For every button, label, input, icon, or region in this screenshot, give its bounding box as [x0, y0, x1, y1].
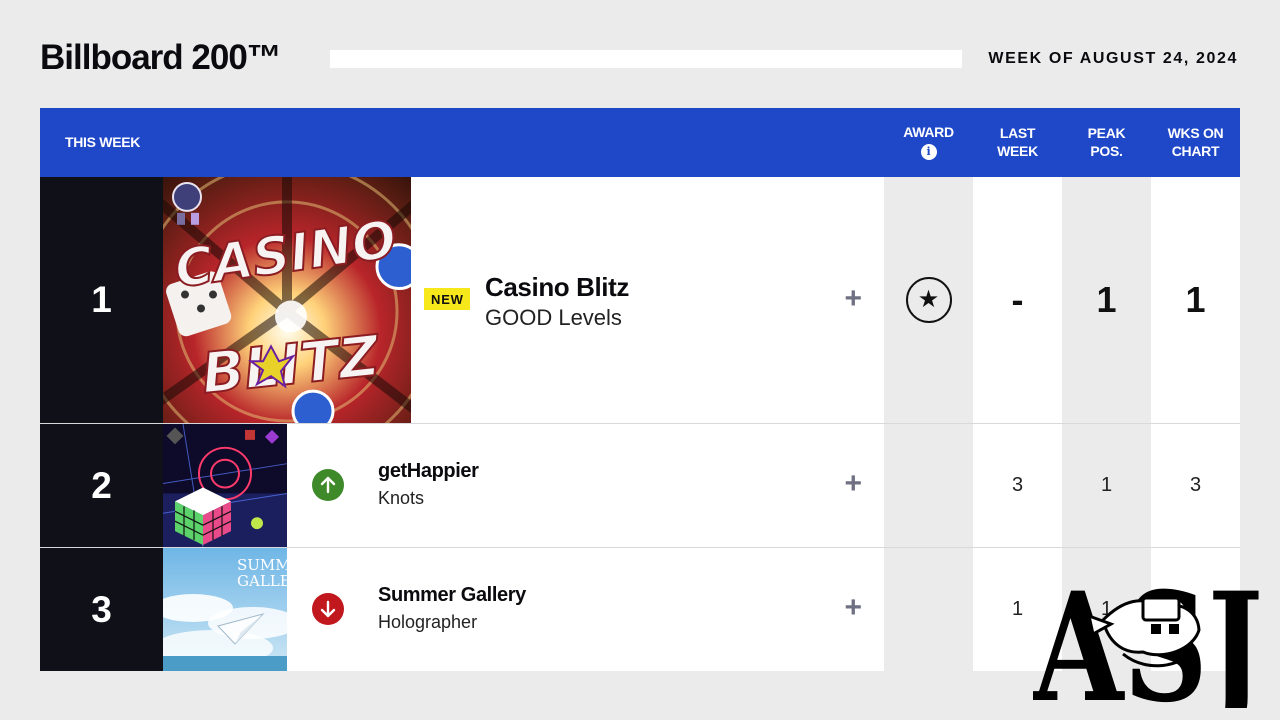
- header-peak-position: PEAK POS.: [1062, 124, 1151, 160]
- award-cell: [884, 548, 973, 671]
- album-art[interactable]: CASINO BLITZ: [163, 177, 411, 423]
- song-title[interactable]: getHappier: [378, 460, 479, 483]
- award-star-icon[interactable]: ★: [905, 277, 952, 323]
- album-art[interactable]: [163, 424, 287, 547]
- album-art-summer-gallery: SUMM GALLE: [163, 548, 287, 671]
- asj-watermark-logo: ASJ: [1033, 560, 1263, 708]
- new-badge: NEW: [424, 288, 470, 310]
- weeks-value: 3: [1189, 474, 1202, 496]
- header-award-label: AWARD: [903, 124, 954, 140]
- peak-position-cell: 1: [1062, 424, 1151, 547]
- chart-row[interactable]: 1 CASINO BLITZ NEW Casino Blitz GOOD Lev…: [40, 177, 1240, 424]
- movement-up-icon: [312, 469, 344, 501]
- last-week-cell: 3: [973, 424, 1062, 547]
- expand-plus-icon[interactable]: +: [844, 284, 862, 314]
- header-peak-line1: PEAK: [1087, 125, 1126, 141]
- rank-number: 2: [40, 424, 163, 547]
- header-last-week-line2: WEEK: [997, 143, 1038, 159]
- title-divider-bar: [330, 50, 962, 68]
- artist-name[interactable]: Holographer: [378, 612, 477, 633]
- header-last-week: LAST WEEK: [973, 124, 1062, 160]
- album-art-gethappier: [163, 424, 287, 547]
- album-art[interactable]: SUMM GALLE: [163, 548, 287, 671]
- info-icon[interactable]: i: [920, 144, 937, 160]
- weeks-value: 1: [1185, 279, 1206, 320]
- weeks-on-chart-cell: 3: [1151, 424, 1240, 547]
- rank-number: 3: [40, 548, 163, 671]
- chart-row[interactable]: 2 getHappier Knots + 3 1 3: [40, 424, 1240, 548]
- header-award: AWARD i: [884, 123, 973, 160]
- header-weeks-on-chart: WKS ON CHART: [1151, 124, 1240, 160]
- award-cell: ★: [884, 177, 973, 423]
- song-info: Summer Gallery Holographer +: [287, 548, 884, 671]
- peak-value: 1: [1096, 279, 1117, 320]
- page-title: Billboard 200™: [40, 38, 282, 77]
- last-week-cell: -: [973, 177, 1062, 423]
- song-title[interactable]: Casino Blitz: [485, 272, 629, 303]
- album-art-casino-blitz: CASINO BLITZ: [163, 177, 411, 423]
- chart-header: THIS WEEK AWARD i LAST WEEK PEAK POS. WK…: [40, 108, 1240, 177]
- last-week-value: 3: [1011, 474, 1024, 496]
- header-wks-line2: CHART: [1171, 143, 1220, 159]
- rank-number: 1: [40, 177, 163, 423]
- header-peak-line2: POS.: [1090, 143, 1123, 159]
- weeks-on-chart-cell: 1: [1151, 177, 1240, 423]
- header-wks-line1: WKS ON: [1167, 125, 1224, 141]
- song-info: NEW Casino Blitz GOOD Levels +: [411, 177, 884, 423]
- song-info: getHappier Knots +: [287, 424, 884, 547]
- last-week-value: -: [1011, 279, 1024, 320]
- award-cell: [884, 424, 973, 547]
- artist-name[interactable]: Knots: [378, 488, 424, 509]
- song-title[interactable]: Summer Gallery: [378, 584, 526, 607]
- movement-down-icon: [312, 593, 344, 625]
- art-text-gallery: GALLE: [237, 572, 287, 590]
- artist-name[interactable]: GOOD Levels: [485, 305, 622, 331]
- expand-plus-icon[interactable]: +: [844, 593, 862, 623]
- peak-position-cell: 1: [1062, 177, 1151, 423]
- peak-value: 1: [1100, 474, 1113, 496]
- week-selector[interactable]: WEEK OF AUGUST 24, 2024: [988, 50, 1238, 68]
- last-week-value: 1: [1011, 598, 1024, 620]
- header-this-week: THIS WEEK: [65, 134, 141, 150]
- expand-plus-icon[interactable]: +: [844, 469, 862, 499]
- header-last-week-line1: LAST: [999, 125, 1036, 141]
